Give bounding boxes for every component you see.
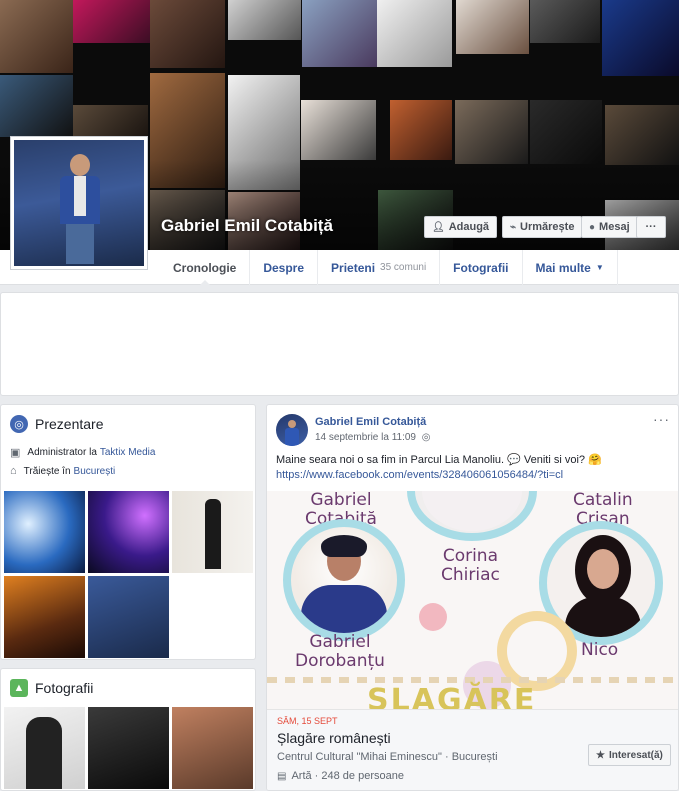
photo-icon: ▲ (10, 679, 28, 697)
lives-row: ⌂ Trăiește în București (1, 462, 255, 480)
cover-collage-tile (0, 75, 73, 137)
globe-icon: ◎ (10, 415, 28, 433)
photos-card: ▲ Fotografii (0, 668, 256, 791)
empty-card (0, 292, 679, 396)
singer-figure (60, 154, 100, 264)
mutual-friends-count: 35 comuni (380, 262, 427, 273)
tab-photos[interactable]: Fotografii (440, 250, 523, 285)
cover-collage-tile (530, 0, 600, 43)
poster-headline: ȘLAGĂRE (367, 683, 537, 709)
add-friend-button[interactable]: 👤︎ Adaugă (424, 216, 498, 238)
post-time-text[interactable]: 14 septembrie la 11:09 (315, 432, 416, 443)
post-author-name[interactable]: Gabriel Emil Cotabiță (315, 416, 426, 428)
post-text: Maine seara noi o sa fim in Parcul Lia M… (276, 453, 671, 483)
home-icon: ⌂ (10, 465, 17, 477)
star-icon: ★ (596, 749, 605, 761)
event-poster[interactable]: Gabriel Cotabiță Corina Chiriac Catalin … (267, 491, 678, 709)
poster-decoration (419, 603, 447, 631)
cover-collage-tile (302, 0, 377, 67)
photo-thumbnail[interactable] (172, 707, 253, 789)
featured-photo[interactable] (88, 491, 169, 573)
poster-name: Corina Chiriac (441, 546, 500, 585)
featured-photo[interactable] (172, 491, 253, 573)
more-options-label: ··· (645, 221, 657, 233)
event-meta-text: Artă · 248 de persoane (291, 770, 404, 782)
tab-more-label: Mai multe (535, 260, 591, 275)
event-info: SÂM, 15 SEPT Șlagăre românești Centrul C… (267, 709, 678, 790)
message-button[interactable]: ● Mesaj (581, 216, 638, 238)
briefcase-icon: ▣ (10, 447, 21, 459)
cover-collage-tile (377, 0, 452, 67)
intro-title: Prezentare (35, 416, 104, 432)
add-friend-icon: 👤︎ (432, 221, 445, 233)
cover-collage-tile (301, 100, 376, 160)
message-label: Mesaj (599, 221, 630, 233)
photos-header: ▲ Fotografii (1, 669, 255, 707)
cover-collage-tile (456, 0, 529, 54)
tab-timeline[interactable]: Cronologie (160, 250, 251, 286)
messenger-icon: ● (589, 221, 596, 233)
cover-collage-tile (73, 105, 148, 137)
profile-picture-image (14, 140, 144, 266)
poster-name: Nico (581, 640, 619, 660)
featured-photo[interactable] (4, 576, 85, 658)
tab-friends-label: Prieteni (331, 260, 376, 275)
add-friend-label: Adaugă (448, 221, 490, 233)
follow-button[interactable]: ⌁ Urmărește (502, 216, 583, 238)
tab-more[interactable]: Mai multe ▼ (523, 250, 618, 285)
tab-timeline-label: Cronologie (173, 260, 237, 275)
globe-icon: ◎ (421, 432, 431, 443)
post-link[interactable]: https://www.facebook.com/events/32840606… (276, 468, 671, 483)
profile-picture[interactable] (10, 136, 148, 270)
profile-tabs: Cronologie Despre Prieteni 35 comuni Fot… (160, 250, 679, 286)
post-card: Gabriel Emil Cotabiță 14 septembrie la 1… (266, 404, 679, 791)
intro-card: ◎ Prezentare ▣ Administrator la Taktix M… (0, 404, 256, 660)
more-options-button[interactable]: ··· (636, 216, 666, 238)
cover-collage-tile (605, 105, 679, 165)
post-message: Maine seara noi o sa fim in Parcul Lia M… (276, 454, 602, 466)
post-timestamp: 14 septembrie la 11:09 ◎ (315, 432, 431, 443)
cover-collage-tile (0, 0, 73, 73)
lives-prefix: Trăiește în (23, 465, 71, 477)
cover-collage-tile (228, 0, 301, 40)
event-place: Centrul Cultural "Mihai Eminescu" · Bucu… (277, 751, 498, 763)
cover-collage-tile (150, 0, 225, 68)
lives-link[interactable]: București (74, 466, 116, 477)
poster-portrait (283, 519, 405, 641)
intro-header: ◎ Prezentare (1, 405, 255, 443)
cover-collage-tile (455, 100, 528, 164)
category-icon: ▤ (277, 770, 287, 782)
work-link[interactable]: Taktix Media (100, 447, 156, 458)
post-options-button[interactable]: ··· (653, 411, 670, 427)
photo-thumbnail[interactable] (4, 707, 85, 789)
cover-collage-tile (390, 100, 452, 160)
cover-collage-tile (73, 0, 150, 43)
cover-collage-tile (602, 0, 679, 76)
event-title[interactable]: Șlagăre românești (277, 730, 391, 746)
event-date: SÂM, 15 SEPT (277, 716, 338, 726)
tab-friends[interactable]: Prieteni 35 comuni (318, 250, 441, 285)
chevron-down-icon: ▼ (595, 263, 604, 272)
post-author-avatar[interactable] (276, 414, 308, 446)
photo-thumbnail[interactable] (88, 707, 169, 789)
work-prefix: Administrator la (27, 447, 97, 458)
interested-button[interactable]: ★ Interesat(ă) (588, 744, 671, 766)
interested-label: Interesat(ă) (608, 749, 663, 761)
tab-about[interactable]: Despre (250, 250, 319, 285)
featured-photo[interactable] (88, 576, 169, 658)
featured-photo[interactable] (4, 491, 85, 573)
event-meta: ▤ Artă · 248 de persoane (277, 770, 404, 782)
tab-about-label: Despre (263, 260, 305, 275)
cover-collage-tile (530, 100, 602, 164)
poster-name: Gabriel Dorobanțu (295, 632, 385, 671)
tab-photos-label: Fotografii (453, 260, 509, 275)
photos-title: Fotografii (35, 680, 94, 696)
work-row: ▣ Administrator la Taktix Media (1, 443, 255, 462)
rss-icon: ⌁ (510, 221, 517, 233)
follow-label: Urmărește (520, 221, 575, 233)
profile-name[interactable]: Gabriel Emil Cotabiță (161, 216, 333, 236)
